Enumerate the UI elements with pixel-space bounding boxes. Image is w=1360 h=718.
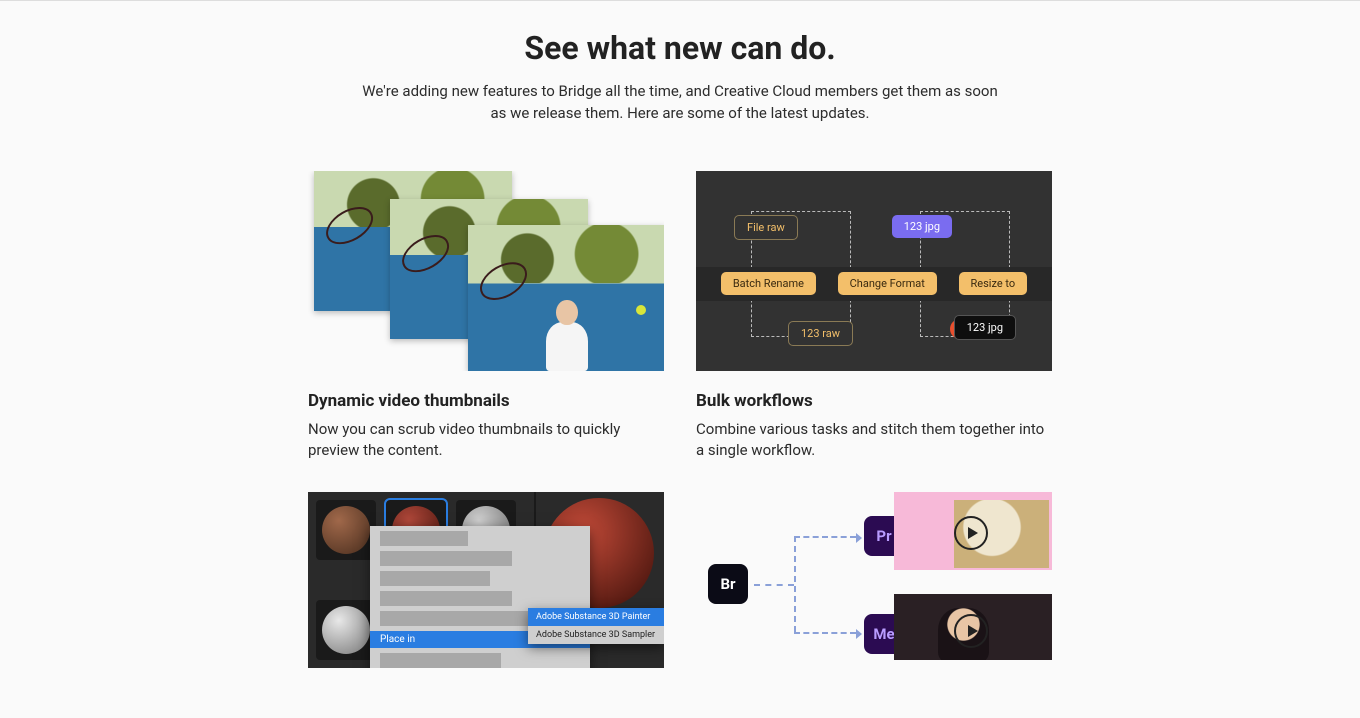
hero-title: See what new can do. [308,29,1052,67]
stacked-photo [468,225,664,371]
chip-change-format: Change Format [838,272,937,295]
feature-body: Combine various tasks and stitch them to… [696,419,1052,463]
chip-resize-to: Resize to [959,272,1028,295]
chip-batch-rename: Batch Rename [721,272,816,295]
hero-subtitle: We're adding new features to Bridge all … [360,81,1000,125]
feature-image-apps: Br Pr Me [696,492,1052,660]
context-menu: Place in ▶ [370,526,590,668]
chip-file-raw: File raw [734,215,798,240]
feature-image-substance: Place in ▶ Adobe Substance 3D Painter Ad… [308,492,664,668]
submenu-item-sampler[interactable]: Adobe Substance 3D Sampler [528,626,664,644]
play-icon[interactable] [954,516,988,550]
feature-bulk-workflows: File raw 123 jpg Batch Rename Change For… [696,171,1052,463]
feature-substance-3d: Place in ▶ Adobe Substance 3D Painter Ad… [308,492,664,688]
page-container: See what new can do. We're adding new fe… [308,1,1052,718]
feature-image-stack [308,171,664,371]
feature-title: Dynamic video thumbnails [308,391,664,411]
feature-dynamic-video: Dynamic video thumbnails Now you can scr… [308,171,664,463]
chip-output-jpg: 123 jpg [954,315,1016,340]
menu-item-label: Place in [380,634,415,645]
feature-br-pr-me: Br Pr Me [696,492,1052,688]
feature-title: Bulk workflows [696,391,1052,411]
submenu-item-painter[interactable]: Adobe Substance 3D Painter [528,608,664,626]
app-tile-bridge: Br [708,564,748,604]
chip-123-raw: 123 raw [788,321,853,346]
play-icon[interactable] [954,614,988,648]
feature-image-workflow: File raw 123 jpg Batch Rename Change For… [696,171,1052,371]
feature-body: Now you can scrub video thumbnails to qu… [308,419,664,463]
features-grid: Dynamic video thumbnails Now you can scr… [308,171,1052,718]
submenu: Adobe Substance 3D Painter Adobe Substan… [528,608,664,644]
chip-123-jpg: 123 jpg [892,215,952,238]
